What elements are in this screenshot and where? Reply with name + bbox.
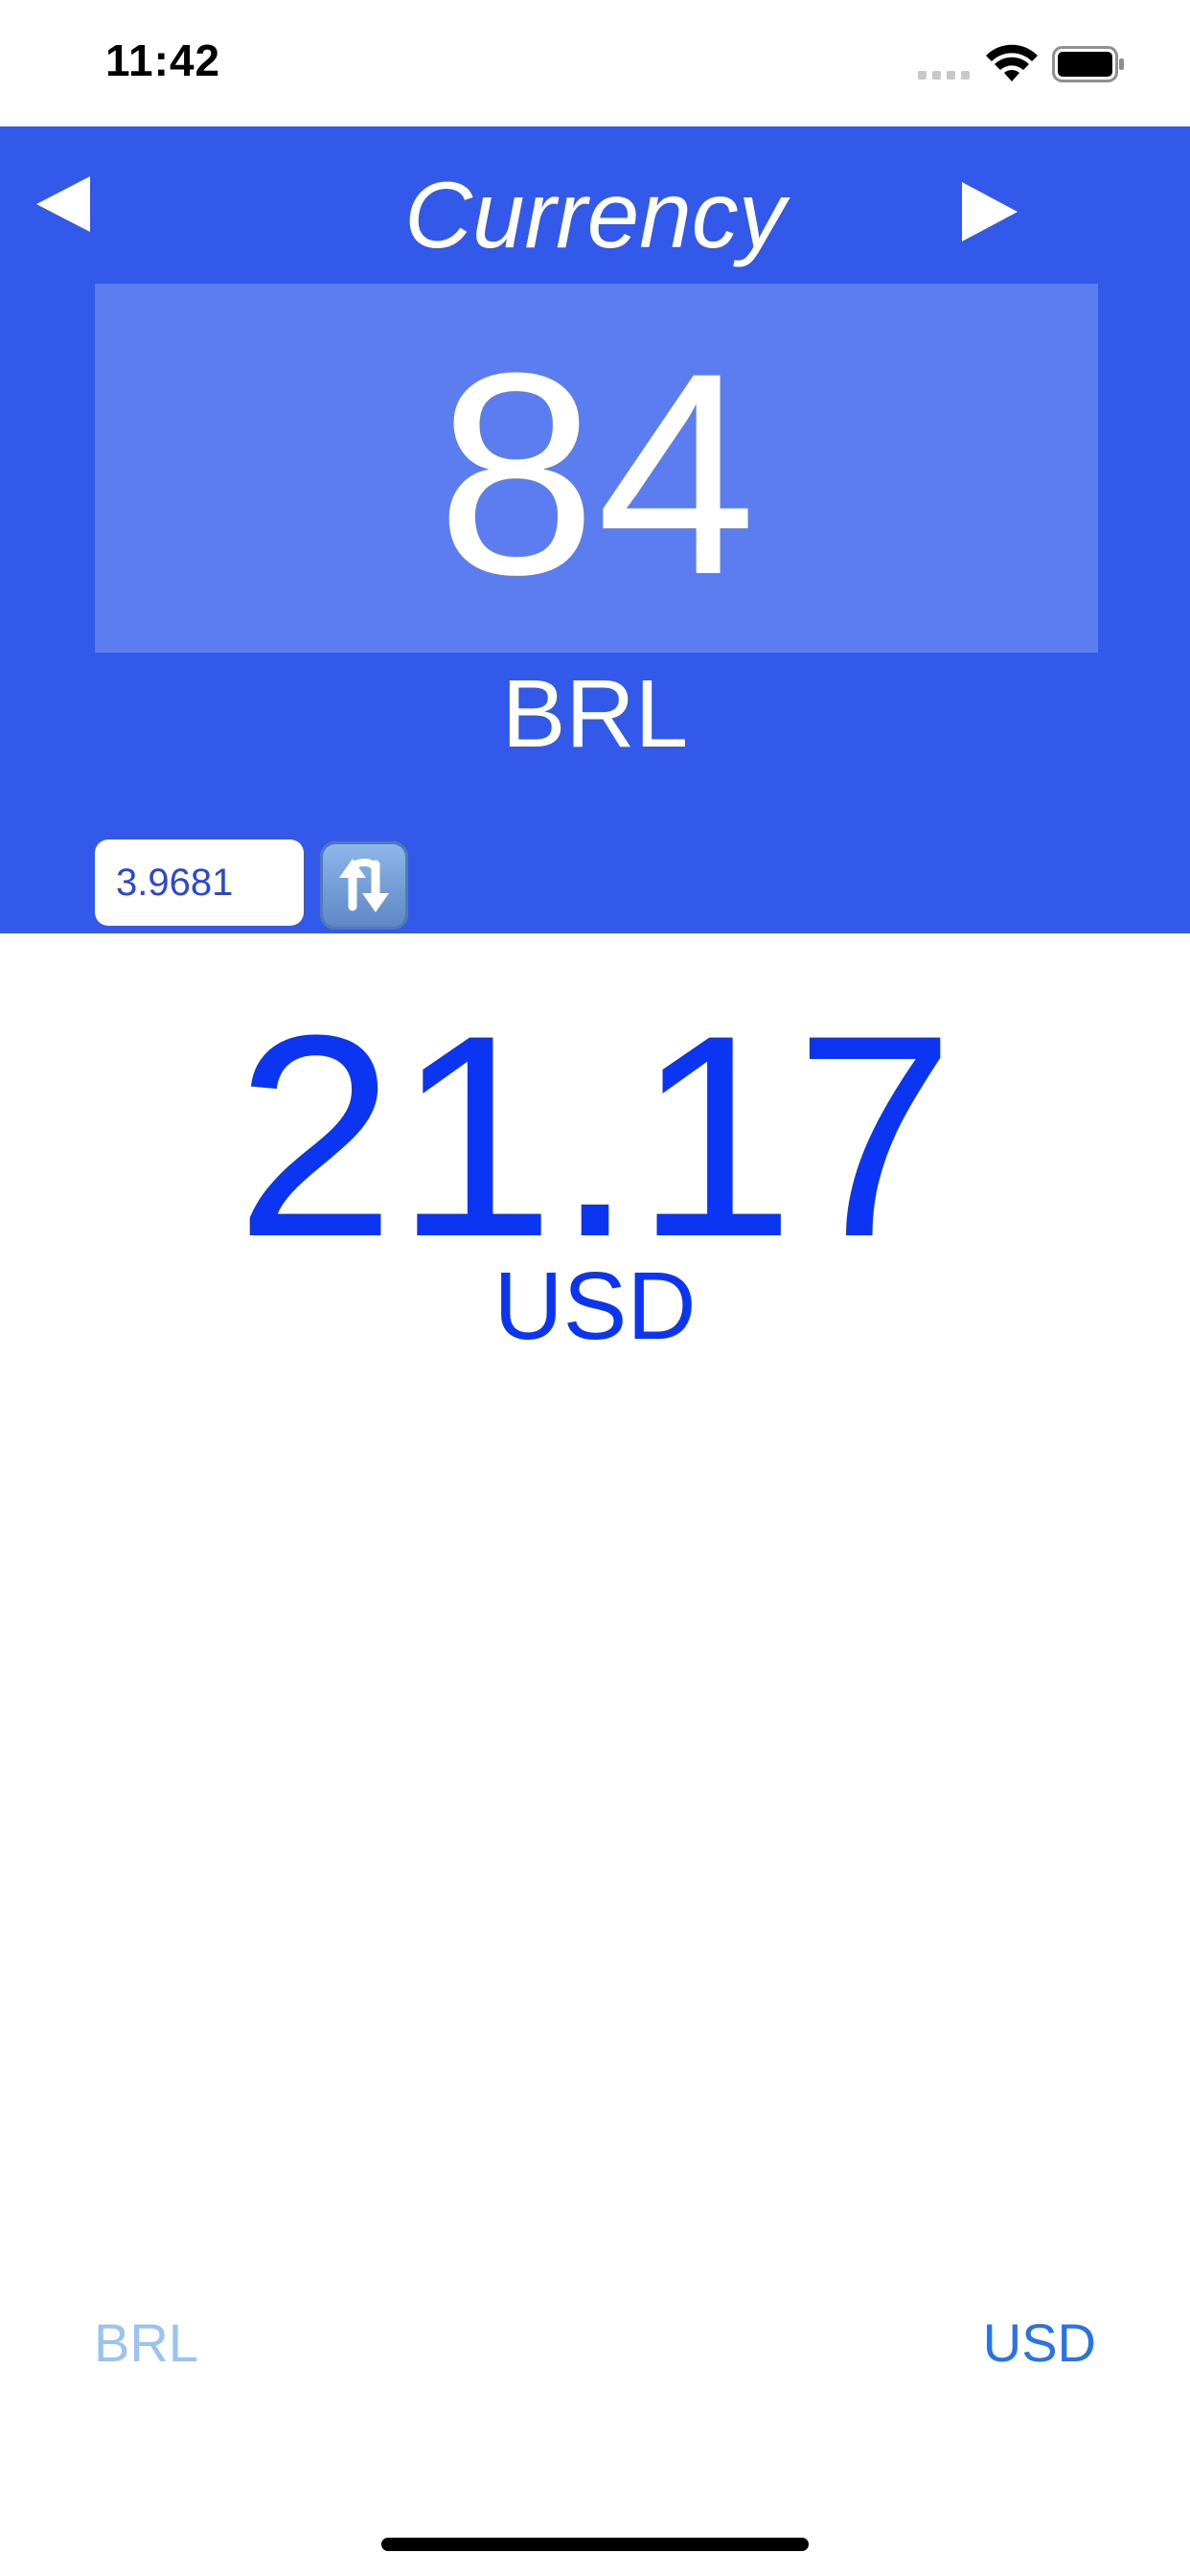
refresh-rate-button[interactable] xyxy=(320,841,408,930)
battery-icon xyxy=(1052,46,1124,82)
wifi-icon xyxy=(986,44,1038,81)
to-currency-selector[interactable]: USD xyxy=(983,2312,1096,2374)
from-currency-code: BRL xyxy=(501,660,689,768)
to-currency-code: USD xyxy=(493,1253,697,1360)
amount-value: 84 xyxy=(436,312,757,634)
status-bar: 11:42 xyxy=(0,0,1190,126)
amount-display[interactable]: 84 xyxy=(95,284,1098,653)
cellular-signal-icon xyxy=(918,71,970,80)
refresh-icon xyxy=(339,858,389,912)
from-currency-selector[interactable]: BRL xyxy=(94,2312,198,2374)
status-time: 11:42 xyxy=(105,35,221,85)
exchange-rate-input[interactable] xyxy=(95,840,304,926)
home-indicator[interactable] xyxy=(381,2538,809,2551)
converted-result: 21.17 xyxy=(235,975,955,1297)
next-arrow-icon[interactable] xyxy=(958,180,1021,243)
